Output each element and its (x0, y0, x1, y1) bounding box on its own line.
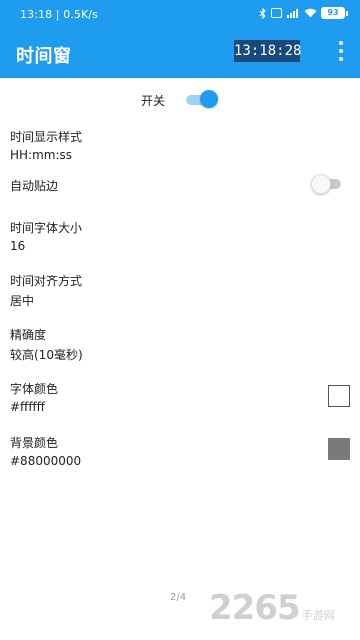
network-speed: 0.5K/s (63, 8, 98, 21)
auto-edge-toggle-switch[interactable] (311, 174, 341, 194)
watermark-text: 手游网 (301, 609, 335, 622)
bluetooth-icon (259, 7, 267, 19)
setting-value: 16 (10, 239, 26, 253)
background-color-swatch[interactable] (328, 438, 350, 460)
setting-precision[interactable]: 精确度 较高(10毫秒) (0, 326, 360, 366)
menu-dot (339, 41, 343, 45)
battery-level: 93 (321, 7, 345, 19)
app-title: 时间窗 (16, 46, 72, 67)
status-icons: 93 (259, 7, 348, 19)
battery-tip (346, 10, 348, 16)
setting-title: 背景颜色 (10, 436, 59, 450)
setting-value: 居中 (10, 294, 35, 308)
setting-title: 自动贴边 (10, 179, 59, 193)
setting-auto-edge-snap[interactable]: 自动贴边 (0, 174, 360, 201)
switch-thumb (200, 90, 218, 108)
setting-value: #ffffff (10, 400, 45, 414)
setting-value: HH:mm:ss (10, 148, 73, 162)
wifi-icon (304, 8, 317, 18)
setting-title: 时间显示样式 (10, 130, 83, 144)
setting-value: 较高(10毫秒) (10, 348, 83, 362)
setting-alignment[interactable]: 时间对齐方式 居中 (0, 272, 360, 312)
master-switch-label: 开关 (141, 94, 166, 108)
watermark-number: 2265 (209, 588, 301, 628)
setting-font-size[interactable]: 时间字体大小 16 (0, 219, 360, 259)
setting-title: 时间对齐方式 (10, 274, 83, 288)
master-toggle-switch[interactable] (186, 90, 218, 110)
setting-title: 字体颜色 (10, 382, 59, 396)
status-separator: | (52, 8, 64, 21)
hd-icon (271, 8, 282, 18)
menu-dot (339, 49, 343, 53)
menu-dot (339, 57, 343, 61)
watermark-logo: 2265 手游网 (209, 588, 335, 628)
setting-font-color[interactable]: 字体颜色 #ffffff (0, 380, 360, 420)
font-color-swatch[interactable] (328, 385, 350, 407)
switch-thumb (311, 174, 331, 194)
signal-4g-icon (286, 8, 300, 18)
setting-title: 时间字体大小 (10, 221, 83, 235)
status-bar: 13:18 | 0.5K/s 93 (0, 0, 360, 30)
master-switch-row[interactable]: 开关 (0, 87, 360, 113)
page-indicator: 2/4 (170, 592, 187, 603)
battery-icon: 93 (321, 7, 348, 19)
overflow-menu-icon[interactable] (333, 41, 349, 61)
setting-title: 精确度 (10, 328, 47, 342)
setting-value: #88000000 (10, 454, 82, 468)
setting-time-format[interactable]: 时间显示样式 HH:mm:ss (0, 128, 360, 168)
floating-clock-preview: 13:18:28 (234, 40, 301, 62)
status-time: 13:18 (20, 8, 53, 21)
setting-background-color[interactable]: 背景颜色 #88000000 (0, 434, 360, 474)
app-bar: 13:18 | 0.5K/s 93 时间窗 13:18:28 (0, 0, 360, 78)
status-left: 13:18 | 0.5K/s (20, 8, 98, 21)
